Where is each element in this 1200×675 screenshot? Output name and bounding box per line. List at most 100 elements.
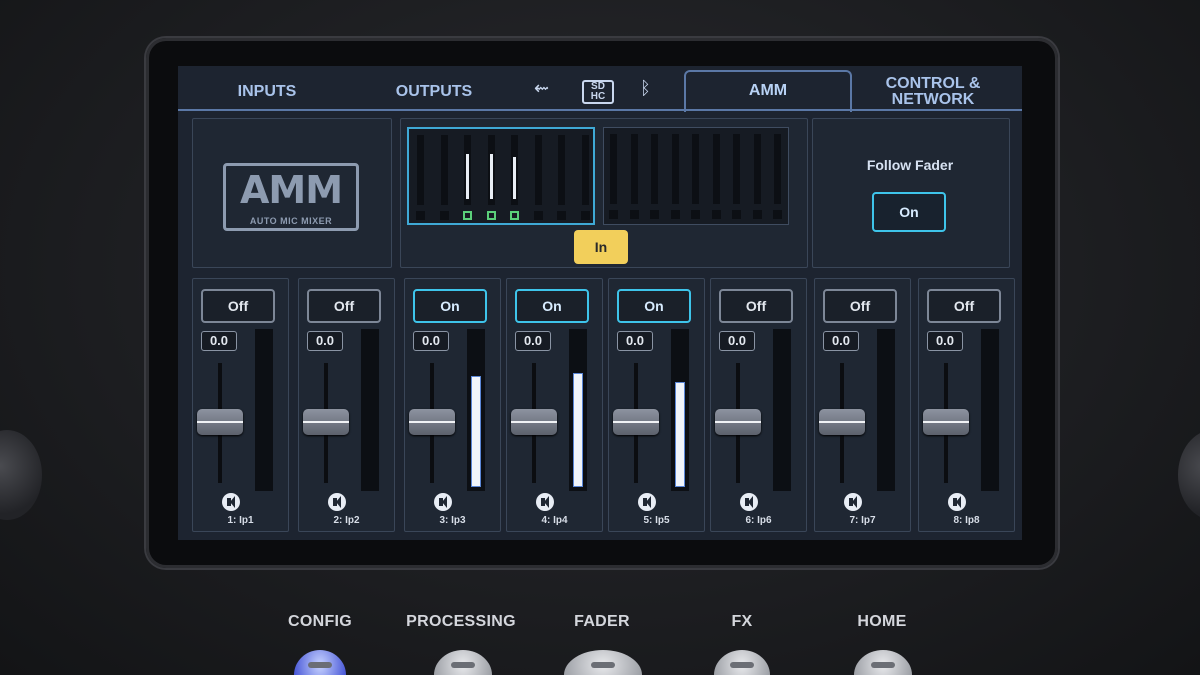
amm-gate-led	[629, 210, 639, 219]
fader-cap[interactable]	[197, 409, 243, 435]
gain-value[interactable]: 0.0	[927, 331, 963, 351]
fader-cap[interactable]	[923, 409, 969, 435]
amm-meter-bar	[440, 135, 448, 205]
tab-amm[interactable]: AMM	[684, 70, 852, 112]
fader-cap[interactable]	[409, 409, 455, 435]
speaker-icon[interactable]	[536, 493, 554, 511]
channel-meter	[569, 329, 587, 491]
amm-gate-led	[711, 210, 721, 219]
amm-enable-button[interactable]: On	[617, 289, 691, 323]
amm-meter-bar	[671, 134, 679, 204]
amm-enable-button[interactable]: Off	[201, 289, 275, 323]
amm-gate-led	[439, 211, 449, 220]
amm-gate-led	[752, 210, 762, 219]
channel-name: 5: Ip5	[643, 515, 670, 526]
gain-value[interactable]: 0.0	[201, 331, 237, 351]
channel-name: 8: Ip8	[953, 515, 980, 526]
channel-strip: On 0.0 3: Ip3	[404, 278, 501, 532]
amm-gate-led	[691, 210, 700, 219]
channel-strip: On 0.0 5: Ip5	[608, 278, 705, 532]
amm-meter-bar	[534, 135, 542, 205]
fader-cap[interactable]	[511, 409, 557, 435]
gain-value[interactable]: 0.0	[413, 331, 449, 351]
fader-cap[interactable]	[613, 409, 659, 435]
channel-meter	[877, 329, 895, 491]
channel-meter	[981, 329, 999, 491]
amm-meter-bar	[581, 135, 589, 205]
speaker-icon[interactable]	[222, 493, 240, 511]
gain-value[interactable]: 0.0	[307, 331, 343, 351]
gain-value[interactable]: 0.0	[515, 331, 551, 351]
hw-fx-button[interactable]	[714, 650, 770, 675]
speaker-icon[interactable]	[948, 493, 966, 511]
fader-cap[interactable]	[303, 409, 349, 435]
amm-logo-subtitle: AUTO MIC MIXER	[249, 216, 333, 226]
amm-meter-bar	[511, 135, 518, 205]
amm-gate-led	[732, 210, 741, 219]
amm-meter-bar	[487, 135, 495, 205]
fader-cap[interactable]	[819, 409, 865, 435]
tab-control-network[interactable]: CONTROL & NETWORK	[868, 76, 998, 108]
right-rotary-knob[interactable]	[1178, 430, 1200, 520]
amm-enable-button[interactable]: Off	[307, 289, 381, 323]
follow-fader-toggle[interactable]: On	[872, 192, 946, 232]
amm-meter-bar	[712, 134, 720, 204]
hw-fx-label: FX	[731, 613, 753, 630]
hw-home-button[interactable]	[854, 650, 912, 675]
amm-meter-bar	[774, 134, 781, 204]
amm-gate-led	[463, 211, 472, 220]
amm-enable-button[interactable]: Off	[927, 289, 1001, 323]
speaker-icon[interactable]	[740, 493, 758, 511]
amm-gate-led	[670, 210, 680, 219]
channel-name: 2: Ip2	[333, 515, 360, 526]
amm-gate-led	[773, 210, 782, 219]
follow-fader-label: Follow Fader	[866, 157, 954, 173]
amm-logo-word: AMM	[239, 168, 343, 212]
amm-meter-bar	[651, 134, 658, 204]
amm-meter-bar	[692, 134, 699, 204]
amm-meter-bar	[753, 134, 761, 204]
left-rotary-knob[interactable]	[0, 430, 42, 520]
channel-strip: Off 0.0 6: Ip6	[710, 278, 807, 532]
meter-group-2[interactable]	[603, 127, 789, 225]
tab-outputs[interactable]: OUTPUTS	[384, 84, 484, 100]
gain-value[interactable]: 0.0	[823, 331, 859, 351]
channel-meter	[773, 329, 791, 491]
sd-card-icon: SD HC	[582, 80, 614, 104]
amm-meter-bar	[558, 135, 565, 205]
hw-config-button[interactable]	[294, 650, 346, 675]
amm-gate-led	[609, 210, 618, 219]
channel-name: 7: Ip7	[849, 515, 876, 526]
amm-enable-button[interactable]: On	[413, 289, 487, 323]
hw-processing-button[interactable]	[434, 650, 492, 675]
channel-strip: Off 0.0 1: Ip1	[192, 278, 289, 532]
speaker-icon[interactable]	[328, 493, 346, 511]
amm-enable-button[interactable]: Off	[823, 289, 897, 323]
tab-inputs[interactable]: INPUTS	[222, 84, 312, 100]
speaker-icon[interactable]	[844, 493, 862, 511]
amm-enable-button[interactable]: Off	[719, 289, 793, 323]
hw-home-label: HOME	[857, 613, 907, 630]
channel-strip: Off 0.0 2: Ip2	[298, 278, 395, 532]
channel-strip: On 0.0 4: Ip4	[506, 278, 603, 532]
amm-enable-button[interactable]: On	[515, 289, 589, 323]
hw-fader-button[interactable]	[564, 650, 642, 675]
amm-gate-led	[650, 210, 659, 219]
fader-cap[interactable]	[715, 409, 761, 435]
speaker-icon[interactable]	[434, 493, 452, 511]
amm-logo-panel: AMM AUTO MIC MIXER	[192, 118, 392, 268]
speaker-icon[interactable]	[638, 493, 656, 511]
amm-gate-led	[510, 211, 519, 220]
gain-value[interactable]: 0.0	[617, 331, 653, 351]
channel-name: 1: Ip1	[227, 515, 254, 526]
amm-in-button[interactable]: In	[574, 230, 628, 264]
touch-screen: INPUTS OUTPUTS ⇜ SD HC ᛒ AMM CONTROL & N…	[178, 66, 1022, 540]
channel-name: 4: Ip4	[541, 515, 568, 526]
hw-fader-label: FADER	[574, 613, 630, 630]
amm-meter-bar	[733, 134, 740, 204]
channel-meter	[255, 329, 273, 491]
amm-meter-bar	[464, 135, 471, 205]
gain-value[interactable]: 0.0	[719, 331, 755, 351]
meter-group-selected[interactable]	[407, 127, 595, 225]
amm-logo: AMM AUTO MIC MIXER	[223, 163, 359, 231]
